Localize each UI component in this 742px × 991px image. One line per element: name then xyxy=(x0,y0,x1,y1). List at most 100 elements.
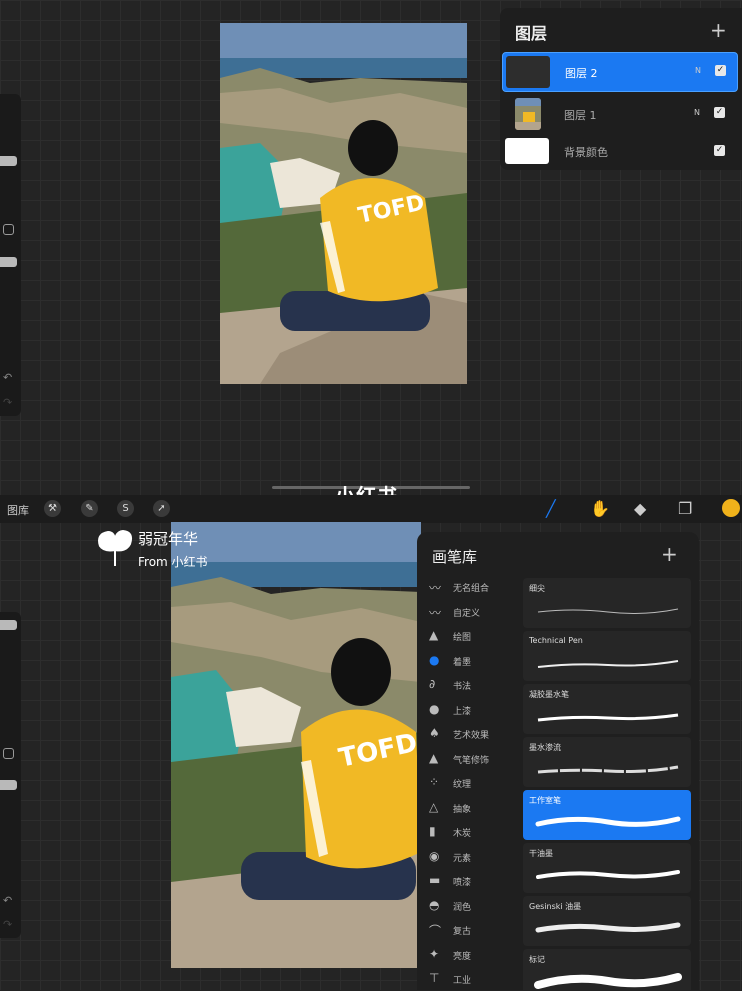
canvas-artwork-top[interactable]: TOFD xyxy=(220,23,467,384)
brush-stroke-preview xyxy=(537,765,679,774)
brush-item[interactable]: Technical Pen xyxy=(523,631,691,681)
redo-icon[interactable]: ↷ xyxy=(3,396,12,409)
touchup-icon: ◓ xyxy=(429,898,440,912)
brush-icon[interactable]: ╱ xyxy=(546,499,556,518)
sparkle-icon: ✦ xyxy=(429,947,440,961)
airbrush-icon: ▲ xyxy=(429,751,439,765)
layer-row-2[interactable]: 图层 2 N ✓ xyxy=(502,52,738,92)
add-layer-button[interactable]: + xyxy=(710,20,727,40)
brush-stroke-preview xyxy=(537,660,679,668)
brush-category[interactable]: 〰无名组合 xyxy=(425,578,520,598)
opacity-slider[interactable] xyxy=(0,257,17,267)
brush-category[interactable]: ● 上漆 xyxy=(425,701,520,721)
layer-thumbnail xyxy=(515,98,541,130)
layer-thumbnail xyxy=(506,56,550,88)
transform-arrow-icon[interactable]: ➚ xyxy=(153,500,170,517)
charcoal-icon: ▮ xyxy=(429,824,436,838)
brush-category[interactable]: ▲ 气笔修饰 xyxy=(425,750,520,770)
feather-icon: 〰 xyxy=(429,606,442,620)
texture-icon: ⁘ xyxy=(429,775,440,789)
wrench-icon[interactable]: ⚒ xyxy=(44,500,61,517)
modify-button[interactable] xyxy=(3,224,14,235)
layer-row-background[interactable]: 背景颜色 ✓ xyxy=(502,135,738,175)
brush-stroke-preview xyxy=(537,713,679,722)
blend-mode-label[interactable]: N xyxy=(694,108,700,117)
visibility-checkbox[interactable]: ✓ xyxy=(714,107,725,118)
photo-image: TOFD xyxy=(220,23,467,384)
brush-category[interactable]: ⊤ 工业 xyxy=(425,970,520,990)
pencil-tip-icon: ▲ xyxy=(429,628,439,642)
visibility-checkbox[interactable]: ✓ xyxy=(715,65,726,76)
brush-category[interactable]: △ 抽象 xyxy=(425,799,520,819)
brush-category[interactable]: ◓ 润色 xyxy=(425,897,520,917)
left-sidebar-top: ↶ ↷ xyxy=(0,94,21,416)
undo-icon[interactable]: ↶ xyxy=(3,371,12,384)
art-icon: ♠ xyxy=(429,726,440,740)
brush-category[interactable]: ▬ 喷漆 xyxy=(425,872,520,892)
gallery-button[interactable]: 图库 xyxy=(7,502,29,518)
brush-category[interactable]: ▮ 木炭 xyxy=(425,823,520,843)
brush-stroke-preview xyxy=(537,608,679,614)
brush-category[interactable]: ⁘ 纹理 xyxy=(425,774,520,794)
brush-item[interactable]: Gesinski 油墨 xyxy=(523,896,691,946)
layer-name: 背景颜色 xyxy=(564,146,608,159)
calligraphy-icon: ∂ xyxy=(429,677,436,691)
brush-library-title: 画笔库 xyxy=(432,548,478,566)
brush-stroke-preview xyxy=(535,922,681,933)
brush-item[interactable]: 墨水渗流 xyxy=(523,737,691,787)
brush-size-slider[interactable] xyxy=(0,156,17,166)
brush-size-slider[interactable] xyxy=(0,620,17,630)
smudge-icon[interactable]: ✋ xyxy=(590,499,610,518)
ink-drop-icon: ● xyxy=(429,653,440,667)
brush-category[interactable]: 〰自定义 xyxy=(425,603,520,623)
visibility-checkbox[interactable]: ✓ xyxy=(714,145,725,156)
paint-drop-icon: ● xyxy=(429,702,440,716)
brush-stroke-preview xyxy=(535,816,681,827)
brush-item[interactable]: 凝胶墨水笔 xyxy=(523,684,691,734)
brush-category[interactable]: ● 着墨 xyxy=(425,652,520,672)
layer-name: 图层 2 xyxy=(565,67,598,80)
photo-image: TOFD xyxy=(171,522,421,968)
brush-category[interactable]: ▲ 绘图 xyxy=(425,627,520,647)
layer-row-1[interactable]: 图层 1 N ✓ xyxy=(502,95,738,135)
spraycan-icon: ▬ xyxy=(429,873,441,887)
brush-stroke-preview xyxy=(534,973,682,989)
undo-icon[interactable]: ↶ xyxy=(3,894,12,907)
watermark-title: 弱冠年华 xyxy=(138,530,199,548)
color-picker-button[interactable] xyxy=(722,499,740,517)
layer-name: 图层 1 xyxy=(564,109,597,122)
brush-category[interactable]: ∂ 书法 xyxy=(425,676,520,696)
retro-icon: ⌒ xyxy=(429,924,442,938)
redo-icon[interactable]: ↷ xyxy=(3,918,12,931)
layers-panel: 图层 + 图层 2 N ✓ 图层 1 N ✓ 背景颜色 ✓ xyxy=(500,8,742,170)
brush-item[interactable]: 标记 xyxy=(523,949,691,990)
brush-item[interactable]: 细尖 xyxy=(523,578,691,628)
layers-icon[interactable]: ❐ xyxy=(678,499,692,518)
brush-category[interactable]: ♠ 艺术效果 xyxy=(425,725,520,745)
modify-button[interactable] xyxy=(3,748,14,759)
top-toolbar: 图库 ⚒ ✎ S ➚ ╱ ✋ ◆ ❐ xyxy=(0,495,742,523)
blend-mode-label[interactable]: N xyxy=(695,66,701,75)
brush-stroke-preview xyxy=(536,870,680,879)
industry-icon: ⊤ xyxy=(429,971,440,985)
watermark-subtitle: From 小红书 xyxy=(138,555,208,569)
layers-title: 图层 xyxy=(515,24,548,43)
brush-category[interactable]: ✦ 亮度 xyxy=(425,946,520,966)
add-brush-set-button[interactable]: + xyxy=(661,544,678,564)
canvas-artwork-bottom[interactable]: TOFD xyxy=(171,522,421,968)
watermark-logo-icon xyxy=(96,528,134,572)
triangle-icon: △ xyxy=(429,800,439,814)
opacity-slider[interactable] xyxy=(0,780,17,790)
brush-library-panel: 画笔库 + 〰无名组合 〰自定义 ▲ 绘图 ● 着墨 ∂ 书法 ● 上漆 ♠ 艺术效果 ▲… xyxy=(417,532,699,990)
brush-item[interactable]: 干油墨 xyxy=(523,843,691,893)
eraser-icon[interactable]: ◆ xyxy=(634,499,646,518)
stroke-icon: 〰 xyxy=(429,581,442,595)
layer-thumbnail xyxy=(505,138,549,164)
brush-category[interactable]: ⌒ 复古 xyxy=(425,921,520,941)
selection-icon[interactable]: S xyxy=(117,500,134,517)
brush-category[interactable]: ◉ 元素 xyxy=(425,848,520,868)
globe-icon: ◉ xyxy=(429,849,440,863)
brush-item[interactable]: 工作室笔 xyxy=(523,790,691,840)
magic-wand-icon[interactable]: ✎ xyxy=(81,500,98,517)
left-sidebar-bottom: ↶ ↷ xyxy=(0,612,21,938)
